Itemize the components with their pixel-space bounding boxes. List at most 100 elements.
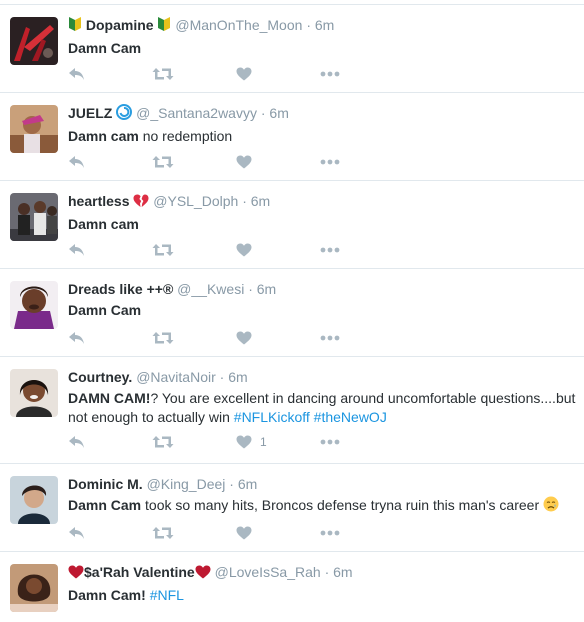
tweet[interactable]: Courtney. @NavitaNoir · 6m DAMN CAM!? Yo… — [0, 357, 584, 464]
tweet[interactable]: $a'Rah Valentine @LoveIsSa_Rah · 6m Damn… — [0, 552, 584, 622]
more-button[interactable] — [320, 159, 404, 165]
avatar[interactable] — [10, 105, 58, 153]
user-handle[interactable]: @NavitaNoir — [136, 369, 216, 385]
more-button[interactable] — [320, 71, 404, 77]
like-button[interactable]: 1 — [236, 435, 320, 449]
retweet-icon — [152, 331, 174, 345]
reply-button[interactable] — [68, 155, 152, 169]
heart-icon — [236, 155, 252, 169]
display-name[interactable]: Dominic M. — [68, 476, 143, 492]
reply-button[interactable] — [68, 67, 152, 81]
display-name[interactable]: Dopamine — [86, 17, 154, 33]
user-handle[interactable]: @__Kwesi — [177, 281, 244, 297]
avatar[interactable] — [10, 564, 58, 612]
retweet-button[interactable] — [152, 243, 236, 257]
tweet[interactable]: JUELZ @_Santana2wavyy · 6m Damn cam no r… — [0, 93, 584, 181]
tweet-text: Damn Cam! #NFL — [68, 586, 576, 605]
retweet-icon — [152, 526, 174, 540]
like-button[interactable] — [236, 67, 320, 81]
separator-dot: · — [229, 476, 234, 492]
timestamp[interactable]: 6m — [257, 281, 276, 297]
tweet-actions — [68, 65, 404, 83]
reply-button[interactable] — [68, 526, 152, 540]
display-name[interactable]: $a'Rah Valentine — [84, 564, 195, 580]
hashtag-link[interactable]: #NFL — [150, 587, 184, 603]
display-name[interactable]: Dreads like ++® — [68, 281, 173, 297]
like-button[interactable] — [236, 155, 320, 169]
display-name[interactable]: Courtney. — [68, 369, 132, 385]
tweet-actions: 1 — [68, 433, 404, 451]
beginner-badge-icon — [157, 16, 171, 36]
user-handle[interactable]: @LoveIsSa_Rah — [215, 564, 321, 580]
timestamp[interactable]: 6m — [333, 564, 352, 580]
tweet[interactable]: Dreads like ++® @__Kwesi · 6m Damn Cam — [0, 269, 584, 357]
timestamp[interactable]: 6m — [269, 105, 288, 121]
avatar[interactable] — [10, 476, 58, 524]
like-button[interactable] — [236, 243, 320, 257]
heart-icon — [236, 331, 252, 345]
display-name[interactable]: heartless — [68, 193, 129, 209]
more-button[interactable] — [320, 439, 404, 445]
heart-icon — [236, 435, 252, 449]
timestamp[interactable]: 6m — [238, 476, 257, 492]
reply-button[interactable] — [68, 331, 152, 345]
timestamp[interactable]: 6m — [228, 369, 247, 385]
broken-heart-icon — [133, 194, 149, 212]
tweet-text: Damn Cam — [68, 301, 576, 320]
reply-button[interactable] — [68, 435, 152, 449]
tweet[interactable]: Dominic M. @King_Deej · 6m Damn Cam took… — [0, 464, 584, 552]
avatar[interactable] — [10, 281, 58, 329]
more-button[interactable] — [320, 247, 404, 253]
user-handle[interactable]: @YSL_Dolph — [153, 193, 238, 209]
more-icon — [320, 335, 340, 341]
user-handle[interactable]: @_Santana2wavyy — [136, 105, 257, 121]
hashtag-link[interactable]: #theNewOJ — [314, 409, 387, 425]
heart-icon — [236, 526, 252, 540]
like-count: 1 — [260, 435, 267, 449]
user-handle[interactable]: @King_Deej — [147, 476, 226, 492]
tweet-actions — [68, 329, 404, 347]
tweet-text-bold: Damn cam — [68, 216, 139, 232]
tweet-text-bold: Damn cam — [68, 128, 139, 144]
user-handle[interactable]: @ManOnThe_Moon — [175, 17, 302, 33]
heart-icon — [236, 243, 252, 257]
tweet-text-bold: DAMN CAM! — [68, 390, 151, 406]
reply-icon — [68, 243, 86, 257]
tweet-text: Damn cam no redemption — [68, 127, 576, 146]
retweet-button[interactable] — [152, 155, 236, 169]
separator-dot: · — [219, 369, 225, 385]
display-name[interactable]: JUELZ — [68, 105, 112, 121]
retweet-button[interactable] — [152, 526, 236, 540]
tweet-text-bold: Damn Cam — [68, 497, 142, 513]
retweet-button[interactable] — [152, 331, 236, 345]
avatar[interactable] — [10, 193, 58, 241]
more-icon — [320, 71, 340, 77]
retweet-icon — [152, 435, 174, 449]
timestamp[interactable]: 6m — [315, 17, 334, 33]
avatar[interactable] — [10, 17, 58, 65]
retweet-icon — [152, 67, 174, 81]
more-button[interactable] — [320, 335, 404, 341]
retweet-button[interactable] — [152, 435, 236, 449]
reply-icon — [68, 526, 86, 540]
tweet[interactable]: Dopamine @ManOnThe_Moon · 6m Damn Cam — [0, 5, 584, 93]
retweet-button[interactable] — [152, 67, 236, 81]
tweet[interactable]: heartless @YSL_Dolph · 6m Damn cam — [0, 181, 584, 269]
like-button[interactable] — [236, 331, 320, 345]
like-button[interactable] — [236, 526, 320, 540]
tweet-text-rest: no redemption — [138, 128, 233, 144]
reply-icon — [68, 435, 86, 449]
reply-button[interactable] — [68, 243, 152, 257]
hashtag-link[interactable]: #NFLKickoff — [234, 409, 310, 425]
avatar[interactable] — [10, 369, 58, 417]
tweet-text-bold: Damn Cam! — [68, 587, 146, 603]
red-heart-icon — [68, 565, 84, 583]
more-button[interactable] — [320, 530, 404, 536]
tweet-text: DAMN CAM!? You are excellent in dancing … — [68, 389, 576, 427]
tweet-actions — [68, 153, 404, 171]
separator-dot: · — [260, 105, 266, 121]
tweet-text-rest: took so many hits, Broncos defense tryna… — [141, 497, 540, 513]
timestamp[interactable]: 6m — [251, 193, 270, 209]
tweet-feed: Dopamine @ManOnThe_Moon · 6m Damn Cam JU… — [0, 0, 584, 622]
beginner-badge-icon — [68, 16, 82, 36]
